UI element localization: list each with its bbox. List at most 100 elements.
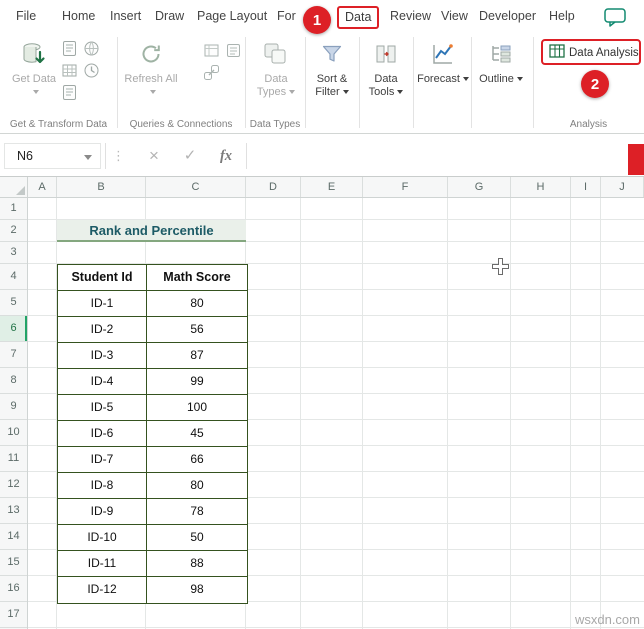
from-web-icon[interactable] (82, 39, 100, 57)
data-analysis-button[interactable]: Data Analysis (549, 44, 639, 61)
row-header-8[interactable]: 8 (0, 368, 27, 394)
row-header-12[interactable]: 12 (0, 472, 27, 498)
existing-connections-icon[interactable] (60, 83, 78, 101)
table-cell[interactable]: 56 (147, 317, 247, 343)
table-cell[interactable]: ID-8 (58, 473, 147, 499)
cells-area[interactable]: Rank and Percentile Student Id Math Score… (28, 198, 644, 629)
menu-tab-help[interactable]: Help (549, 0, 575, 33)
row-header-14[interactable]: 14 (0, 524, 27, 550)
menu-tab-page-layout[interactable]: Page Layout (197, 0, 267, 33)
table-cell[interactable]: 98 (147, 577, 247, 603)
menu-tab-developer[interactable]: Developer (479, 0, 536, 33)
table-header-cell[interactable]: Student Id (58, 265, 147, 291)
formula-input[interactable] (252, 143, 624, 169)
insert-function-icon[interactable]: fx (214, 143, 238, 169)
table-cell[interactable]: 80 (147, 473, 247, 499)
comments-button[interactable] (604, 8, 628, 28)
column-header-B[interactable]: B (57, 177, 146, 197)
sort-filter-button[interactable]: Sort & Filter (308, 37, 356, 99)
row-header-16[interactable]: 16 (0, 576, 27, 602)
properties-icon[interactable] (224, 41, 242, 59)
table-cell[interactable]: ID-11 (58, 551, 147, 577)
menu-tab-file[interactable]: File (16, 0, 36, 33)
row-header-15[interactable]: 15 (0, 550, 27, 576)
row-header-10[interactable]: 10 (0, 420, 27, 446)
data-tools-button[interactable]: Data Tools (362, 37, 410, 99)
table-cell[interactable]: ID-10 (58, 525, 147, 551)
row-header-6[interactable]: 6 (0, 316, 27, 342)
row-header-2[interactable]: 2 (0, 220, 27, 242)
column-header-A[interactable]: A (28, 177, 57, 197)
table-cell[interactable]: ID-1 (58, 291, 147, 317)
data-types-button[interactable]: Data Types (250, 37, 302, 99)
queries-connections-icon[interactable] (202, 41, 220, 59)
menu-tab-view[interactable]: View (441, 0, 468, 33)
table-row: ID-4 99 (58, 369, 247, 395)
table-cell[interactable]: 66 (147, 447, 247, 473)
from-table-range-icon[interactable] (60, 61, 78, 79)
recent-sources-icon[interactable] (82, 61, 100, 79)
edit-links-icon[interactable] (202, 63, 220, 81)
menu-tab-insert[interactable]: Insert (110, 0, 141, 33)
outline-icon (489, 37, 513, 71)
menu-tab-data[interactable]: Data (337, 6, 380, 29)
cancel-icon[interactable]: × (144, 143, 164, 169)
table-cell[interactable]: ID-6 (58, 421, 147, 447)
group-separator (245, 37, 246, 128)
table-cell[interactable]: ID-4 (58, 369, 147, 395)
row-header-5[interactable]: 5 (0, 290, 27, 316)
row-header-17[interactable]: 17 (0, 602, 27, 628)
menu-tab-draw[interactable]: Draw (155, 0, 184, 33)
menu-tab-for[interactable]: For (277, 0, 296, 33)
table-cell[interactable]: 50 (147, 525, 247, 551)
table-cell[interactable]: ID-2 (58, 317, 147, 343)
table-row: ID-7 66 (58, 447, 247, 473)
table-cell[interactable]: 80 (147, 291, 247, 317)
table-cell[interactable]: ID-5 (58, 395, 147, 421)
column-header-H[interactable]: H (511, 177, 571, 197)
row-header-11[interactable]: 11 (0, 446, 27, 472)
table-row: ID-10 50 (58, 525, 247, 551)
menu-tab-review[interactable]: Review (390, 0, 431, 33)
forecast-button[interactable]: Forecast (417, 37, 469, 86)
formula-bar-handle-icon[interactable]: ⋮ (112, 143, 125, 169)
name-box-dropdown-icon[interactable] (84, 155, 92, 160)
row-header-9[interactable]: 9 (0, 394, 27, 420)
table-cell[interactable]: ID-12 (58, 577, 147, 603)
column-header-J[interactable]: J (601, 177, 644, 197)
table-cell[interactable]: ID-7 (58, 447, 147, 473)
row-header-1[interactable]: 1 (0, 198, 27, 220)
enter-icon[interactable]: ✓ (180, 143, 200, 169)
row-header-13[interactable]: 13 (0, 498, 27, 524)
group-label-get-transform: Get & Transform Data (9, 119, 108, 130)
table-row: ID-12 98 (58, 577, 247, 603)
row-header-4[interactable]: 4 (0, 264, 27, 290)
from-text-csv-icon[interactable] (60, 39, 78, 57)
sheet-title-cell[interactable]: Rank and Percentile (57, 220, 246, 242)
name-box[interactable]: N6 (4, 143, 101, 169)
row-header-3[interactable]: 3 (0, 242, 27, 264)
column-header-G[interactable]: G (448, 177, 511, 197)
table-cell[interactable]: 100 (147, 395, 247, 421)
column-header-F[interactable]: F (363, 177, 448, 197)
data-tools-icon (374, 37, 398, 71)
row-header-7[interactable]: 7 (0, 342, 27, 368)
column-header-C[interactable]: C (146, 177, 246, 197)
outline-button[interactable]: Outline (475, 37, 527, 86)
table-cell[interactable]: ID-9 (58, 499, 147, 525)
table-cell[interactable]: 78 (147, 499, 247, 525)
refresh-all-button[interactable]: Refresh All (124, 37, 178, 99)
table-cell[interactable]: 45 (147, 421, 247, 447)
table-cell[interactable]: 99 (147, 369, 247, 395)
table-cell[interactable]: 87 (147, 343, 247, 369)
menu-tab-home[interactable]: Home (62, 0, 95, 33)
column-header-D[interactable]: D (246, 177, 301, 197)
get-data-button[interactable]: Get Data (10, 37, 58, 99)
table-cell[interactable]: ID-3 (58, 343, 147, 369)
table-cell[interactable]: 88 (147, 551, 247, 577)
row-headers: 1 2 3 4 5 6 7 8 9 10 11 12 13 14 15 16 17 (0, 198, 28, 629)
table-header-cell[interactable]: Math Score (147, 265, 247, 291)
select-all-corner[interactable] (0, 177, 28, 198)
column-header-I[interactable]: I (571, 177, 601, 197)
column-header-E[interactable]: E (301, 177, 363, 197)
